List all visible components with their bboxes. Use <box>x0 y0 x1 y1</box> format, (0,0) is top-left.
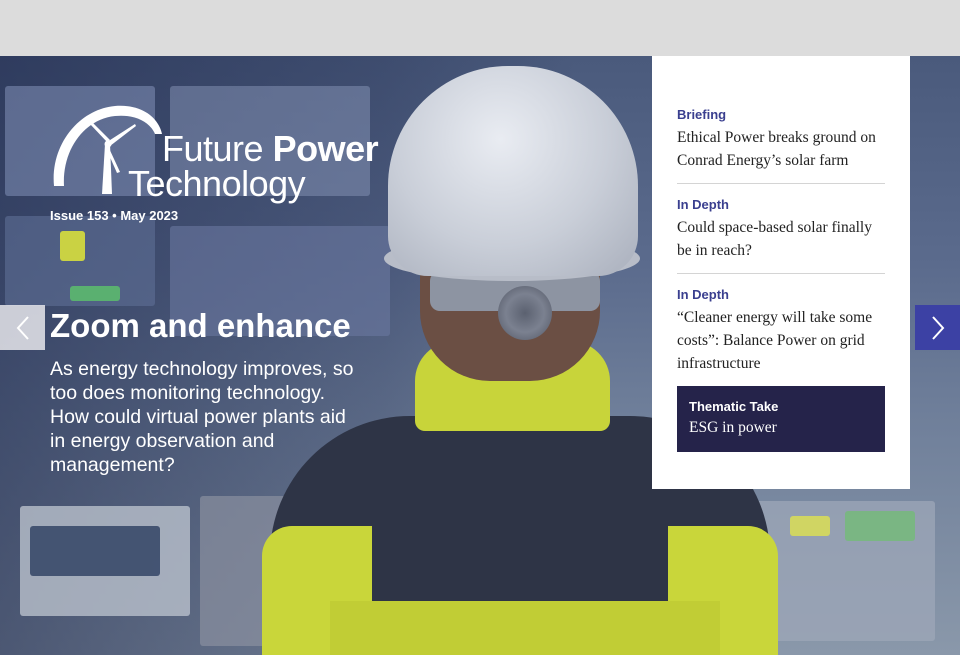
featured-articles-panel: Briefing Ethical Power breaks ground on … <box>652 56 910 489</box>
article-item[interactable]: In Depth Could space-based solar finally… <box>677 197 885 262</box>
article-item[interactable]: Briefing Ethical Power breaks ground on … <box>677 107 885 172</box>
hero-description: As energy technology improves, so too do… <box>50 358 354 476</box>
article-category: In Depth <box>677 197 729 212</box>
article-category: In Depth <box>677 287 729 302</box>
top-bar <box>0 0 960 56</box>
article-item[interactable]: In Depth “Cleaner energy will take some … <box>677 287 885 375</box>
article-headline[interactable]: “Cleaner energy will take some costs”: B… <box>677 306 885 375</box>
carousel-prev-button[interactable] <box>0 305 45 350</box>
divider <box>677 273 885 274</box>
thematic-category: Thematic Take <box>689 399 779 414</box>
chevron-right-icon <box>931 315 944 340</box>
divider <box>677 183 885 184</box>
carousel-next-button[interactable] <box>915 305 960 350</box>
thematic-take-card[interactable]: Thematic Take ESG in power <box>677 386 885 452</box>
article-headline[interactable]: Could space-based solar finally be in re… <box>677 216 885 262</box>
article-headline[interactable]: Ethical Power breaks ground on Conrad En… <box>677 126 885 172</box>
brand-name-line2[interactable]: Technology <box>128 164 306 204</box>
issue-label: Issue 153 • May 2023 <box>50 208 179 223</box>
thematic-title[interactable]: ESG in power <box>689 419 777 437</box>
article-category: Briefing <box>677 107 727 122</box>
hero-title[interactable]: Zoom and enhance <box>50 306 351 346</box>
chevron-left-icon <box>16 315 29 340</box>
